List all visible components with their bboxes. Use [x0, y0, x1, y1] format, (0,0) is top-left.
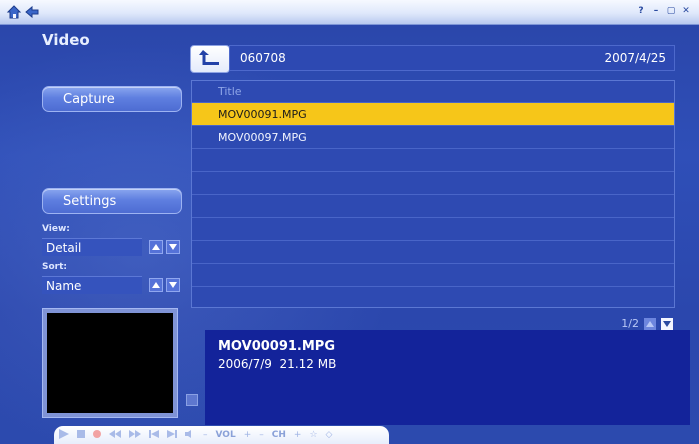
video-preview[interactable]: [47, 313, 173, 413]
media-control-bar: – VOL + – CH + ☆ ◇: [54, 426, 389, 444]
navigation-pad-icon[interactable]: ◇: [326, 430, 333, 440]
play-icon[interactable]: [59, 428, 69, 442]
empty-row: [192, 148, 674, 171]
parent-folder-button[interactable]: [190, 45, 230, 73]
empty-row: [192, 286, 674, 309]
close-button[interactable]: ✕: [681, 4, 691, 18]
capture-button[interactable]: Capture: [42, 86, 182, 112]
view-arrows: [149, 240, 180, 254]
pager: 1/2: [621, 317, 673, 330]
current-folder: 060708: [240, 51, 286, 65]
empty-row: [192, 194, 674, 217]
view-selector[interactable]: Detail: [42, 238, 142, 256]
section-title: Video: [42, 31, 90, 49]
info-file-name: MOV00091.MPG: [218, 339, 335, 354]
view-label: View:: [42, 224, 70, 234]
mute-icon[interactable]: [185, 429, 195, 441]
volume-up-icon[interactable]: +: [244, 430, 252, 440]
column-header-title[interactable]: Title: [192, 81, 674, 102]
list-item[interactable]: MOV00097.MPG: [192, 125, 674, 148]
file-list: Title MOV00091.MPG MOV00097.MPG: [191, 80, 675, 308]
stop-icon[interactable]: [77, 429, 85, 441]
info-file-date: 2006/7/9: [218, 357, 272, 371]
view-down-arrow-icon[interactable]: [166, 240, 180, 254]
capture-button-label: Capture: [63, 91, 115, 107]
info-file-size: 21.12 MB: [279, 357, 337, 371]
record-icon[interactable]: [93, 429, 101, 441]
channel-down-icon[interactable]: –: [259, 430, 264, 440]
up-folder-arrow-icon: [199, 48, 221, 70]
folder-date: 2007/4/25: [604, 51, 666, 65]
next-track-icon[interactable]: [167, 429, 177, 441]
home-icon[interactable]: [6, 4, 22, 20]
expand-preview-icon[interactable]: [186, 394, 198, 406]
favorite-star-icon[interactable]: ☆: [309, 430, 317, 440]
video-browser-window: ? – ▢ ✕ Video Capture Settings View: Det…: [0, 0, 699, 444]
settings-button-label: Settings: [63, 193, 117, 209]
previous-track-icon[interactable]: [149, 429, 159, 441]
title-bar: ? – ▢ ✕: [0, 0, 699, 25]
window-controls: ? – ▢ ✕: [636, 4, 691, 18]
channel-up-icon[interactable]: +: [294, 430, 302, 440]
sort-down-arrow-icon[interactable]: [166, 278, 180, 292]
view-up-arrow-icon[interactable]: [149, 240, 163, 254]
page-down-arrow-icon[interactable]: [661, 317, 673, 330]
minimize-button[interactable]: –: [651, 4, 661, 18]
video-preview-frame: [42, 308, 178, 418]
back-arrow-icon[interactable]: [24, 4, 40, 20]
volume-down-icon[interactable]: –: [203, 430, 208, 440]
page-up-arrow-icon[interactable]: [644, 317, 656, 330]
info-file-meta: 2006/7/9 21.12 MB: [218, 357, 336, 371]
page-indicator: 1/2: [621, 317, 639, 330]
file-info-panel: MOV00091.MPG 2006/7/9 21.12 MB: [205, 330, 690, 425]
settings-button[interactable]: Settings: [42, 188, 182, 214]
channel-label: CH: [271, 430, 286, 440]
help-button[interactable]: ?: [636, 4, 646, 18]
empty-row: [192, 171, 674, 194]
empty-row: [192, 240, 674, 263]
volume-label: VOL: [215, 430, 236, 440]
rewind-icon[interactable]: [109, 429, 121, 441]
sort-selector[interactable]: Name: [42, 276, 142, 294]
list-item[interactable]: MOV00091.MPG: [192, 102, 674, 125]
empty-row: [192, 263, 674, 286]
maximize-button[interactable]: ▢: [666, 4, 676, 18]
empty-row: [192, 217, 674, 240]
fast-forward-icon[interactable]: [129, 429, 141, 441]
path-bar: 060708 2007/4/25: [229, 45, 675, 71]
sort-up-arrow-icon[interactable]: [149, 278, 163, 292]
sort-label: Sort:: [42, 262, 68, 272]
sort-arrows: [149, 278, 180, 292]
